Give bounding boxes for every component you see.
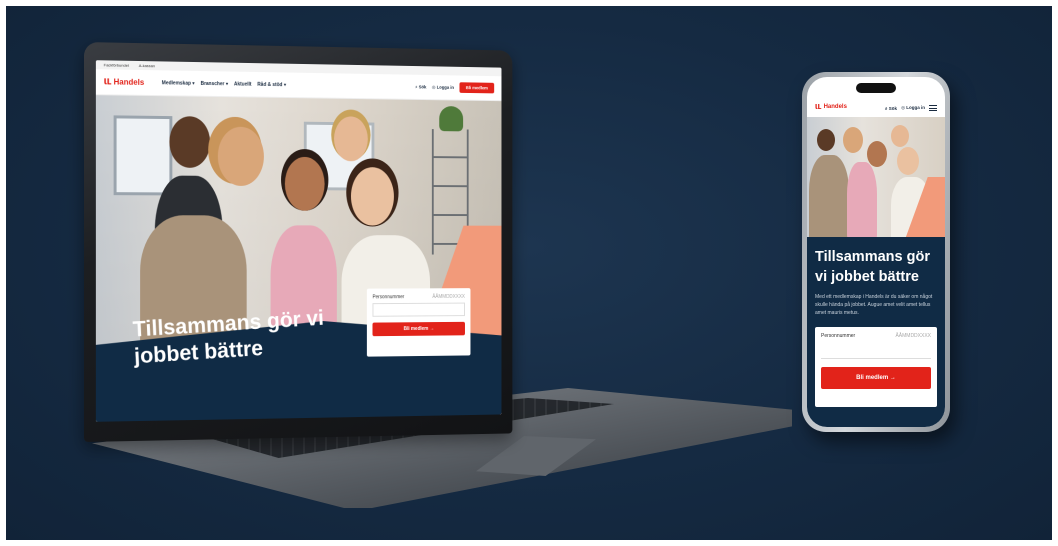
mobile-hero-body: Med ett medlemskap i Handels är du säker… — [815, 294, 933, 316]
m-person-2-head — [843, 127, 863, 153]
personnummer-label-row: Personnummer ÅÅMMDDXXXX — [372, 294, 464, 300]
hero-plant — [439, 106, 464, 132]
mobile-handels-logo-icon: ɩʟ — [815, 101, 822, 111]
mobile-personnummer-placeholder: ÅÅMMDDXXXX — [895, 333, 931, 339]
mobile-search-link[interactable]: ⌕ Sök — [885, 106, 897, 111]
signup-form: Personnummer ÅÅMMDDXXXX Bli medlem → — [366, 288, 471, 357]
header-actions: ⌕ Sök ◎ Logga in Bli medlem — [415, 82, 495, 94]
nav-item-aktuellt[interactable]: Aktuellt — [234, 81, 252, 87]
personnummer-input[interactable] — [372, 302, 465, 317]
m-person-5-head — [897, 147, 919, 175]
nav-item-medlemskap[interactable]: Medlemskap ▾ — [162, 80, 195, 86]
nav-item-rad-stod[interactable]: Råd & stöd ▾ — [257, 81, 286, 87]
person-5-head — [350, 167, 394, 226]
login-link[interactable]: ◎ Logga in — [432, 84, 454, 90]
join-button-header[interactable]: Bli medlem — [459, 82, 495, 94]
m-person-3-head — [867, 141, 887, 167]
mobile-header-actions: ⌕ Sök ◎ Logga in — [885, 105, 937, 111]
search-label: Sök — [418, 84, 427, 90]
person-2-head — [217, 126, 264, 187]
menu-icon[interactable] — [929, 105, 937, 111]
mobile-handels-logo[interactable]: ɩʟ Handels — [815, 102, 847, 111]
mobile-login-link[interactable]: ◎ Logga in — [901, 105, 925, 111]
mockup-stage: Fackförbundet A-kassan ɩʟ Handels Medlem… — [6, 6, 1052, 540]
phone-screen: ɩʟ Handels ⌕ Sök ◎ Logga in Tillsammans … — [807, 77, 945, 427]
person-1-head — [169, 116, 211, 168]
m-person-2-body — [847, 162, 877, 237]
person-3-head — [284, 156, 325, 211]
phone-frame: ɩʟ Handels ⌕ Sök ◎ Logga in Tillsammans … — [802, 72, 950, 432]
handels-logo-icon: ɩʟ — [103, 75, 112, 88]
laptop-screen: Fackförbundet A-kassan ɩʟ Handels Medlem… — [95, 60, 502, 422]
mobile-join-button[interactable]: Bli medlem → — [821, 367, 931, 389]
mobile-personnummer-input[interactable] — [821, 343, 931, 359]
m-person-4-head — [891, 125, 909, 147]
hero-window-left — [113, 115, 173, 196]
mobile-search-label: Sök — [888, 105, 898, 111]
hero-section: Tillsammans gör vi jobbet bättre Personn… — [95, 95, 502, 422]
m-person-1-body — [809, 155, 849, 237]
mobile-hero-title: Tillsammans gör vi jobbet bättre — [815, 249, 930, 285]
mobile-logo-text: Handels — [823, 103, 847, 110]
personnummer-label: Personnummer — [372, 294, 405, 301]
search-link[interactable]: ⌕ Sök — [415, 84, 426, 89]
laptop-lid: Fackförbundet A-kassan ɩʟ Handels Medlem… — [84, 42, 513, 442]
m-person-1-head — [817, 129, 835, 151]
nav-item-branscher[interactable]: Branscher ▾ — [201, 80, 229, 86]
mobile-hero-photo — [807, 117, 945, 237]
mobile-signup-form: Personnummer ÅÅMMDDXXXX Bli medlem → — [815, 327, 937, 407]
logo-text: Handels — [113, 77, 145, 87]
mobile-hero-band: Tillsammans gör vi jobbet bättre Med ett… — [807, 237, 945, 427]
personnummer-placeholder: ÅÅMMDDXXXX — [432, 293, 465, 300]
person-4-head — [334, 116, 368, 162]
utility-link-akassa[interactable]: A-kassan — [139, 63, 155, 68]
main-nav: Medlemskap ▾ Branscher ▾ Aktuellt Råd & … — [162, 80, 286, 88]
handels-logo[interactable]: ɩʟ Handels — [103, 75, 145, 88]
utility-link-union[interactable]: Fackförbundet — [104, 62, 129, 67]
phone-notch — [856, 83, 896, 93]
mobile-login-label: Logga in — [906, 105, 925, 110]
mobile-personnummer-label-row: Personnummer ÅÅMMDDXXXX — [821, 333, 931, 339]
login-label: Logga in — [436, 84, 454, 90]
mobile-personnummer-label: Personnummer — [821, 333, 856, 339]
join-button[interactable]: Bli medlem → — [372, 321, 465, 337]
